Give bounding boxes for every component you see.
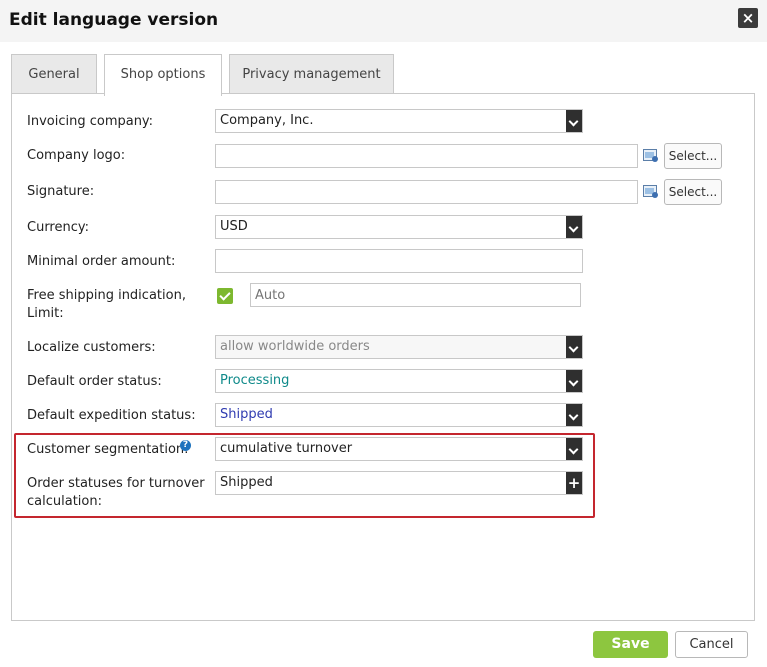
free-shipping-limit-input[interactable]	[250, 283, 581, 307]
currency-value: USD	[220, 219, 248, 234]
image-picker-icon[interactable]	[643, 185, 659, 199]
invoicing-company-select[interactable]: Company, Inc.	[215, 109, 583, 133]
dialog-title: Edit language version	[9, 10, 219, 30]
tab-privacy-management[interactable]: Privacy management	[229, 54, 394, 94]
localize-customers-select[interactable]: allow worldwide orders	[215, 335, 583, 359]
chevron-down-icon[interactable]	[566, 216, 582, 238]
company-logo-select-button[interactable]: Select...	[664, 143, 722, 169]
free-shipping-limit-label: Limit:	[27, 306, 64, 321]
minimal-order-input[interactable]	[215, 249, 583, 273]
turnover-statuses-label: Order statuses for turnover	[27, 476, 205, 491]
currency-label: Currency:	[27, 220, 90, 235]
tab-general[interactable]: General	[11, 54, 97, 94]
currency-select[interactable]: USD	[215, 215, 583, 239]
chevron-down-icon[interactable]	[566, 404, 582, 426]
localize-customers-label: Localize customers:	[27, 340, 156, 355]
signature-select-button[interactable]: Select...	[664, 179, 722, 205]
signature-label: Signature:	[27, 184, 95, 199]
add-status-icon[interactable]: +	[566, 472, 582, 494]
default-order-status-select[interactable]: Processing	[215, 369, 583, 393]
dialog-titlebar: Edit language version ×	[0, 0, 767, 42]
close-button[interactable]: ×	[738, 8, 758, 28]
turnover-statuses-multiselect[interactable]: Shipped +	[215, 471, 583, 495]
default-expedition-status-label: Default expedition status:	[27, 408, 196, 423]
localize-customers-value: allow worldwide orders	[220, 339, 370, 354]
minimal-order-label: Minimal order amount:	[27, 254, 176, 269]
default-order-status-value: Processing	[220, 373, 290, 388]
save-button[interactable]: Save	[593, 631, 668, 658]
image-picker-icon[interactable]	[643, 149, 659, 163]
customer-segmentation-select[interactable]: cumulative turnover	[215, 437, 583, 461]
company-logo-label: Company logo:	[27, 148, 126, 163]
turnover-statuses-value: Shipped	[220, 475, 273, 490]
default-expedition-status-select[interactable]: Shipped	[215, 403, 583, 427]
customer-segmentation-value: cumulative turnover	[220, 441, 353, 456]
free-shipping-label: Free shipping indication,	[27, 288, 186, 303]
turnover-statuses-label-cont: calculation:	[27, 494, 102, 509]
invoicing-company-value: Company, Inc.	[220, 113, 314, 128]
tab-shop-options[interactable]: Shop options	[104, 54, 222, 96]
help-icon[interactable]: ?	[180, 440, 191, 451]
signature-input[interactable]	[215, 180, 638, 204]
chevron-down-icon[interactable]	[566, 336, 582, 358]
customer-segmentation-label: Customer segmentation:	[27, 442, 189, 457]
chevron-down-icon[interactable]	[566, 438, 582, 460]
default-order-status-label: Default order status:	[27, 374, 162, 389]
invoicing-company-label: Invoicing company:	[27, 114, 154, 129]
free-shipping-checkbox[interactable]	[217, 288, 233, 304]
cancel-button[interactable]: Cancel	[675, 631, 748, 658]
chevron-down-icon[interactable]	[566, 370, 582, 392]
company-logo-input[interactable]	[215, 144, 638, 168]
chevron-down-icon[interactable]	[566, 110, 582, 132]
default-expedition-status-value: Shipped	[220, 407, 273, 422]
